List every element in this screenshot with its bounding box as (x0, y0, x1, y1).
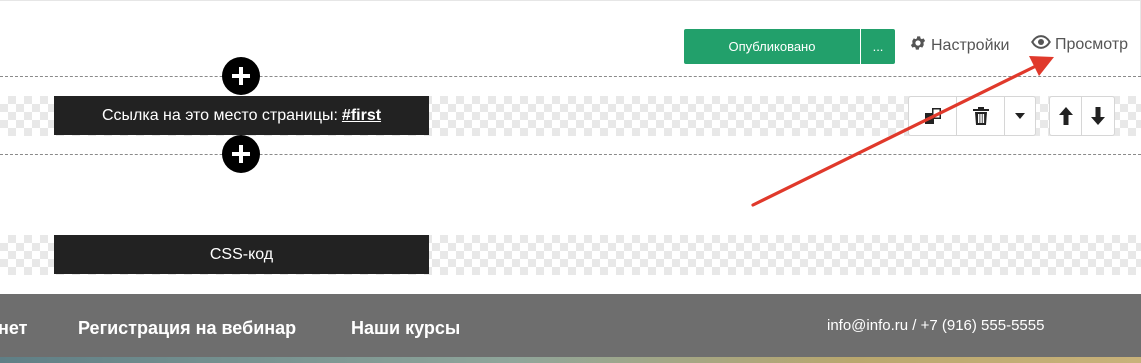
arrow-down-icon (1091, 107, 1105, 125)
delete-block-button[interactable] (957, 97, 1005, 135)
add-block-below-button[interactable] (222, 135, 260, 173)
settings-label: Настройки (931, 36, 1010, 54)
site-footer: нет Регистрация на вебинар Наши курсы in… (0, 294, 1141, 363)
move-block-up-button[interactable] (1050, 97, 1083, 135)
footer-contact: info@info.ru / +7 (916) 555-5555 (827, 317, 1045, 334)
settings-link[interactable]: Настройки (909, 34, 1009, 57)
plus-icon (232, 67, 250, 85)
footer-image-strip (0, 357, 1141, 363)
css-block-text: CSS-код (209, 245, 274, 263)
eye-icon (1031, 34, 1051, 55)
more-options-button[interactable]: ... (861, 29, 895, 64)
add-block-above-button[interactable] (222, 57, 260, 95)
anchor-prefix-text: Ссылка на это место страницы: (101, 106, 338, 124)
footer-nav-courses[interactable]: Наши курсы (351, 318, 460, 339)
block-move-group (1049, 96, 1115, 136)
trash-icon (972, 107, 989, 125)
block-boundary-bottom (0, 154, 1141, 155)
block-boundary-top (0, 76, 1141, 77)
css-block-label[interactable]: CSS-код (54, 235, 429, 274)
block-menu-dropdown[interactable] (1005, 97, 1035, 135)
anchor-block-label: Ссылка на это место страницы: #first (54, 96, 429, 135)
footer-nav-item[interactable]: нет (0, 318, 27, 339)
footer-nav-webinar[interactable]: Регистрация на вебинар (78, 318, 296, 339)
caret-down-icon (1015, 113, 1025, 119)
published-button[interactable]: Опубликовано (684, 29, 860, 64)
duplicate-block-button[interactable] (909, 97, 957, 135)
preview-link[interactable]: Просмотр (1031, 34, 1128, 55)
arrow-up-icon (1058, 107, 1073, 125)
copy-icon (924, 108, 941, 124)
top-toolbar: Опубликовано ... Настройки Просмотр (0, 0, 1141, 76)
block-tools-group (908, 96, 1036, 136)
plus-icon (232, 145, 250, 163)
move-block-down-button[interactable] (1082, 97, 1114, 135)
gear-icon (909, 34, 927, 57)
preview-label: Просмотр (1055, 35, 1129, 53)
anchor-link[interactable]: #first (342, 107, 381, 125)
